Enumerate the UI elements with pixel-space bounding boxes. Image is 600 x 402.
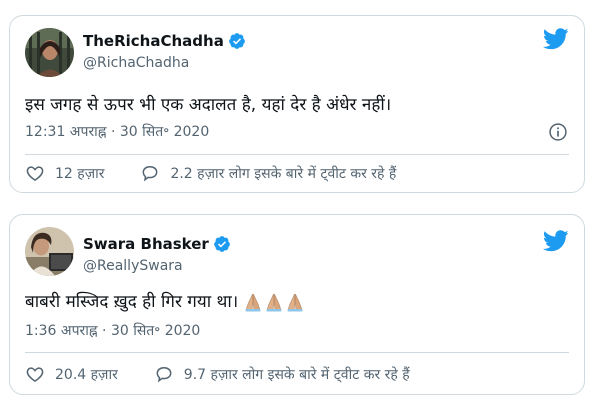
like-button[interactable]: 12 हज़ार bbox=[25, 163, 104, 183]
conversation-button[interactable]: 2.2 हज़ार लोग इसके बारे में ट्वीट कर रहे… bbox=[140, 163, 396, 183]
tweet-actions: 12 हज़ार 2.2 हज़ार लोग इसके बारे में ट्व… bbox=[25, 163, 396, 183]
divider bbox=[25, 154, 569, 155]
folded-hands-emoji bbox=[245, 293, 261, 312]
user-handle[interactable]: @RichaChadha bbox=[83, 54, 189, 72]
tweet-timestamp[interactable]: 12:31 अपराह्न · 30 सित॰ 2020 bbox=[25, 123, 209, 141]
folded-hands-emoji bbox=[287, 293, 303, 312]
conversation-count: 9.7 हज़ार लोग इसके बारे में ट्वीट कर रहे… bbox=[183, 366, 410, 383]
avatar[interactable] bbox=[25, 227, 74, 276]
verified-icon bbox=[213, 236, 230, 252]
heart-icon bbox=[26, 166, 44, 181]
user-handle[interactable]: @ReallySwara bbox=[83, 257, 183, 275]
comment-icon bbox=[143, 165, 158, 182]
comment-icon bbox=[156, 366, 172, 383]
tweet-text: बाबरी मस्जिद ख़ुद ही गिर गया था। bbox=[25, 291, 304, 313]
avatar[interactable] bbox=[25, 28, 74, 77]
display-name[interactable]: Swara Bhasker bbox=[83, 235, 231, 253]
tweet-text: इस जगह से ऊपर भी एक अदालत है, यहां देर ह… bbox=[25, 95, 392, 115]
heart-icon bbox=[26, 367, 44, 382]
display-name[interactable]: TheRichaChadha bbox=[83, 32, 246, 50]
conversation-count: 2.2 हज़ार लोग इसके बारे में ट्वीट कर रहे… bbox=[170, 165, 397, 182]
tweet-actions: 20.4 हज़ार 9.7 हज़ार लोग इसके बारे में ट… bbox=[25, 364, 410, 384]
verified-icon bbox=[228, 33, 245, 49]
emoji-group bbox=[244, 292, 304, 312]
like-count: 20.4 हज़ार bbox=[55, 366, 118, 383]
conversation-button[interactable]: 9.7 हज़ार लोग इसके बारे में ट्वीट कर रहे… bbox=[154, 364, 410, 384]
tweet-timestamp[interactable]: 1:36 अपराह्न · 30 सित॰ 2020 bbox=[25, 322, 200, 340]
info-icon[interactable] bbox=[548, 122, 568, 142]
tweet-card[interactable]: Swara Bhasker @ReallySwara बाबरी मस्जिद … bbox=[9, 214, 585, 395]
like-count: 12 हज़ार bbox=[55, 165, 105, 182]
twitter-bird-icon[interactable] bbox=[543, 28, 569, 50]
like-button[interactable]: 20.4 हज़ार bbox=[25, 364, 118, 384]
tweet-card[interactable]: TheRichaChadha @RichaChadha इस जगह से ऊप… bbox=[9, 15, 585, 193]
twitter-bird-icon[interactable] bbox=[543, 230, 569, 252]
folded-hands-emoji bbox=[266, 293, 282, 312]
divider bbox=[25, 352, 569, 353]
